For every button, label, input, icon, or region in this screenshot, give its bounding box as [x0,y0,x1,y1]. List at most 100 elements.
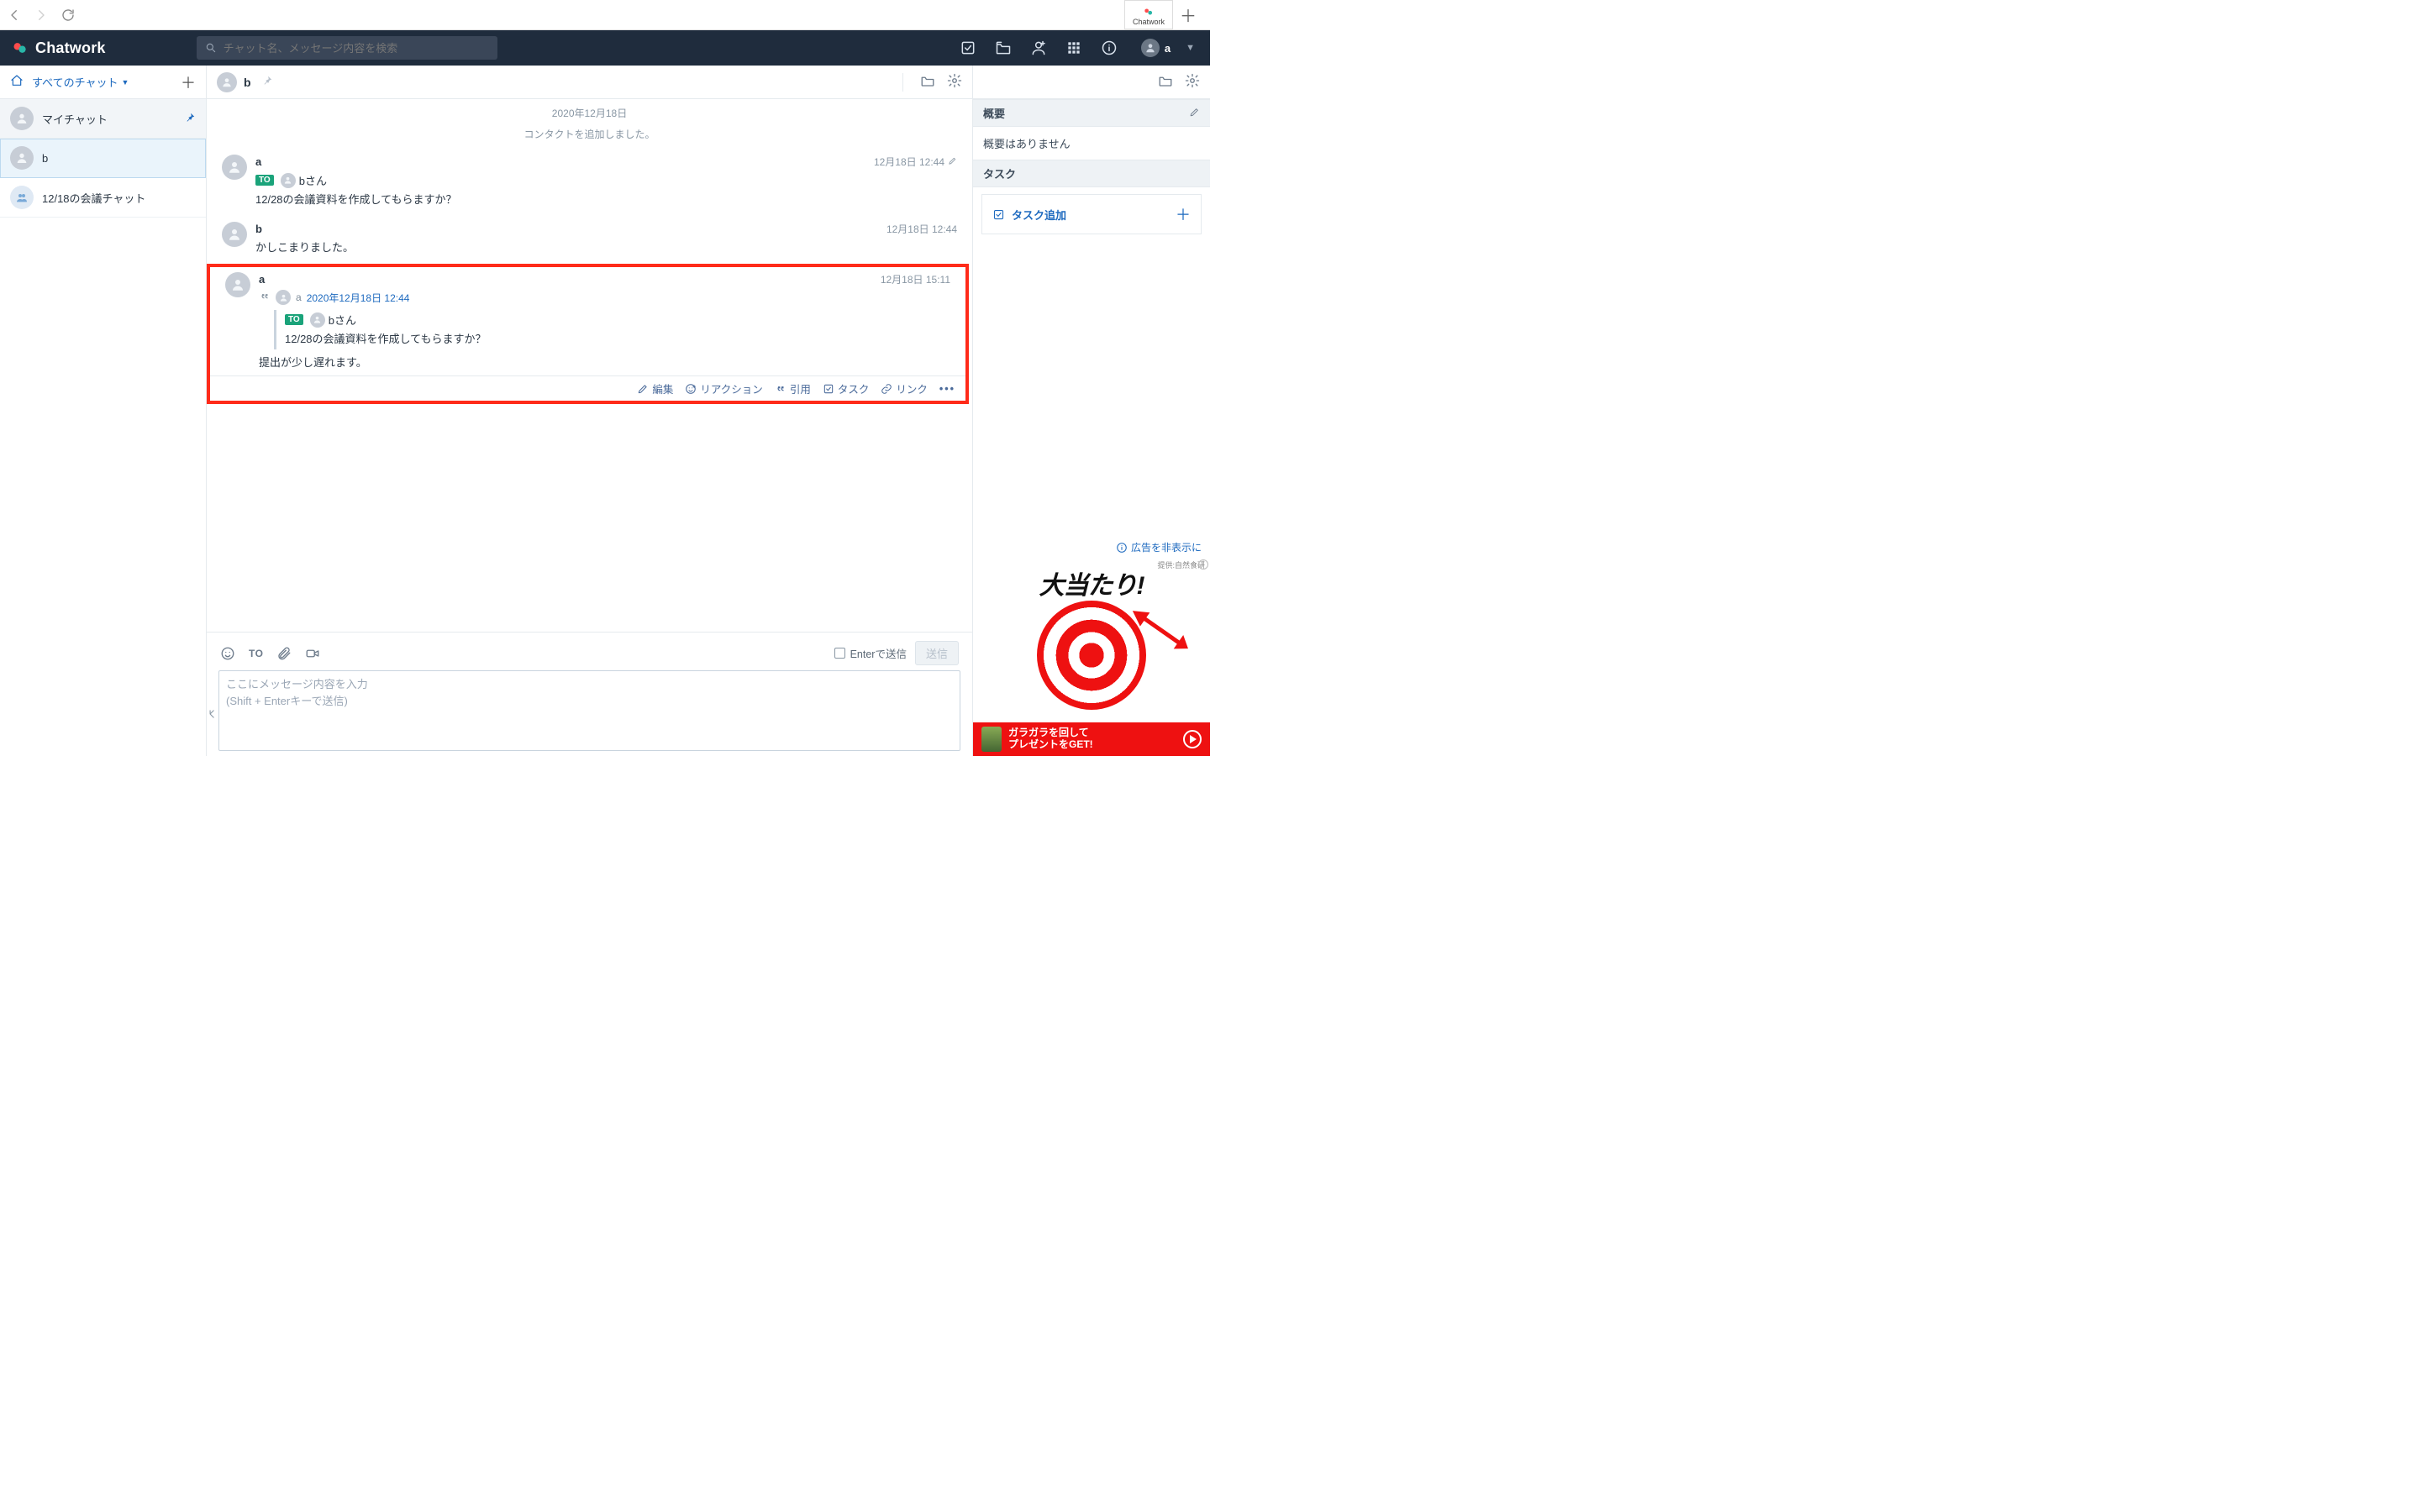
browser-back-button[interactable] [7,8,22,23]
action-edit[interactable]: 編集 [637,381,673,396]
quote-icon [259,291,271,305]
avatar-icon [222,155,247,180]
panel-folder-icon[interactable] [1158,73,1173,91]
avatar-icon [310,312,325,328]
action-reaction[interactable]: リアクション [685,381,762,396]
group-avatar-icon [10,186,34,209]
search-box[interactable] [197,36,497,60]
task-add-button[interactable]: タスク追加 ＋ [981,194,1202,234]
message-sender: a [259,273,265,286]
avatar-icon [10,107,34,130]
quote-block: a 2020年12月18日 12:44 TO bさん 12/2 [259,290,950,349]
to-badge: TO [285,314,303,325]
chatwork-favicon [1143,6,1155,18]
browser-forward-button[interactable] [34,8,49,23]
avatar-icon [10,146,34,170]
message-timeline: 2020年12月18日 コンタクトを追加しました。 a 12月18日 12:44… [207,99,972,632]
system-message: コンタクトを追加しました。 [207,123,972,150]
hide-ad-link[interactable]: 広告を非表示に [973,537,1210,558]
room-settings-icon[interactable] [947,73,962,91]
chat-item-label: マイチャット [42,111,108,127]
room-folder-icon[interactable] [920,73,935,91]
to-badge: TO [255,175,274,186]
chat-filter-dropdown[interactable]: すべてのチャット ▼ [32,74,129,90]
message: a 12月18日 15:11 a 2020年12月18日 12:44 [210,267,965,375]
plus-icon: ＋ [1176,203,1191,225]
composer: TO Enterで送信 送信 ここにメッセージ内容を入力 (Shift + En… [207,632,972,756]
info-icon [1116,542,1128,554]
quote-timestamp[interactable]: 2020年12月18日 12:44 [307,291,410,305]
task-check-icon [992,208,1005,221]
sidebar-header: すべてのチャット ▼ ＋ [0,66,206,99]
chat-item-label: b [42,152,48,165]
browser-tab-chatwork[interactable]: Chatwork [1124,0,1173,29]
user-avatar-icon [1141,39,1160,57]
quote-text: 12/28の会議資料を作成してもらますか？ [285,331,950,348]
avatar-icon [276,290,291,305]
message-input[interactable]: ここにメッセージ内容を入力 (Shift + Enterキーで送信) [218,670,960,751]
room-pin-icon[interactable] [261,75,273,89]
avatar-icon [225,272,250,297]
message: a 12月18日 12:44 TO bさん 12/28の会議資料を作成してもらま… [207,150,972,217]
user-menu[interactable]: a [1141,39,1171,57]
pin-icon [184,112,196,126]
emoji-button[interactable] [220,646,235,661]
files-icon[interactable] [995,39,1012,56]
brand-logo[interactable]: Chatwork [12,39,106,57]
avatar-icon [281,173,296,188]
apps-grid-icon[interactable] [1065,39,1082,56]
chat-item-mychat[interactable]: マイチャット [0,99,206,139]
home-icon[interactable] [10,74,24,90]
task-icon[interactable] [960,39,976,56]
user-name: a [1165,42,1171,55]
action-task[interactable]: タスク [823,381,870,396]
ad-thumbnail [981,727,1002,752]
info-icon[interactable] [1101,39,1118,56]
ad-title: 大当たり! [973,564,1210,601]
to-button[interactable]: TO [249,648,263,659]
message-sender: b [255,223,262,235]
to-recipient: bさん [299,172,327,188]
ad-play-icon[interactable] [1183,730,1202,748]
browser-reload-button[interactable] [60,8,76,23]
attach-button[interactable] [276,646,292,661]
brand-name: Chatwork [35,39,106,57]
collapse-composer-icon[interactable] [207,708,218,722]
user-menu-caret-icon[interactable]: ▼ [1186,43,1198,53]
chatwork-logo-icon [12,39,29,56]
new-chat-button[interactable]: ＋ [181,71,196,93]
main-column: b 2020年12月18日 コンタクトを追加しました。 a [207,66,973,756]
task-header: タスク [973,160,1210,187]
checkbox-icon [834,648,845,659]
chat-item-meeting[interactable]: 12/18の会議チャット [0,178,206,218]
edited-icon [948,156,957,168]
chat-item-b[interactable]: b [0,139,206,178]
panel-settings-icon[interactable] [1185,73,1200,91]
chevron-down-icon: ▼ [121,78,129,87]
message-sender: a [255,155,261,168]
to-recipient: bさん [329,312,356,328]
advertisement[interactable]: 提供:自然食研 i 大当たり! ガラガラを回してプレゼントをGET! [973,558,1210,756]
enter-send-toggle[interactable]: Enterで送信 [834,645,907,661]
message-text: かしこまりました。 [255,239,957,256]
overview-body: 概要はありません [973,127,1210,160]
edit-overview-icon[interactable] [1189,107,1200,120]
action-link[interactable]: リンク [881,381,928,396]
browser-new-tab-button[interactable]: ＋ [1173,0,1203,29]
add-contact-icon[interactable] [1030,39,1047,56]
right-panel: 概要 概要はありません タスク タスク追加 ＋ 広告を非表示に 提供:自然食研 … [973,66,1210,756]
video-button[interactable] [305,646,320,661]
message-action-bar: 編集 リアクション 引用 タスク リンク ••• [210,375,965,401]
message-text: 12/28の会議資料を作成してもらますか？ [255,192,957,208]
action-quote[interactable]: 引用 [775,381,811,396]
chat-item-label: 12/18の会議チャット [42,190,145,206]
message-text: 提出が少し遅れます。 [259,354,950,371]
ad-caption: ガラガラを回してプレゼントをGET! [1008,727,1093,751]
quote-author: a [296,291,302,303]
action-more[interactable]: ••• [939,381,955,396]
message-timestamp: 12月18日 15:11 [881,272,950,286]
app-header: Chatwork a ▼ [0,30,1210,66]
search-input[interactable] [224,42,489,55]
send-button[interactable]: 送信 [915,641,959,665]
message: b 12月18日 12:44 かしこまりました。 [207,217,972,265]
